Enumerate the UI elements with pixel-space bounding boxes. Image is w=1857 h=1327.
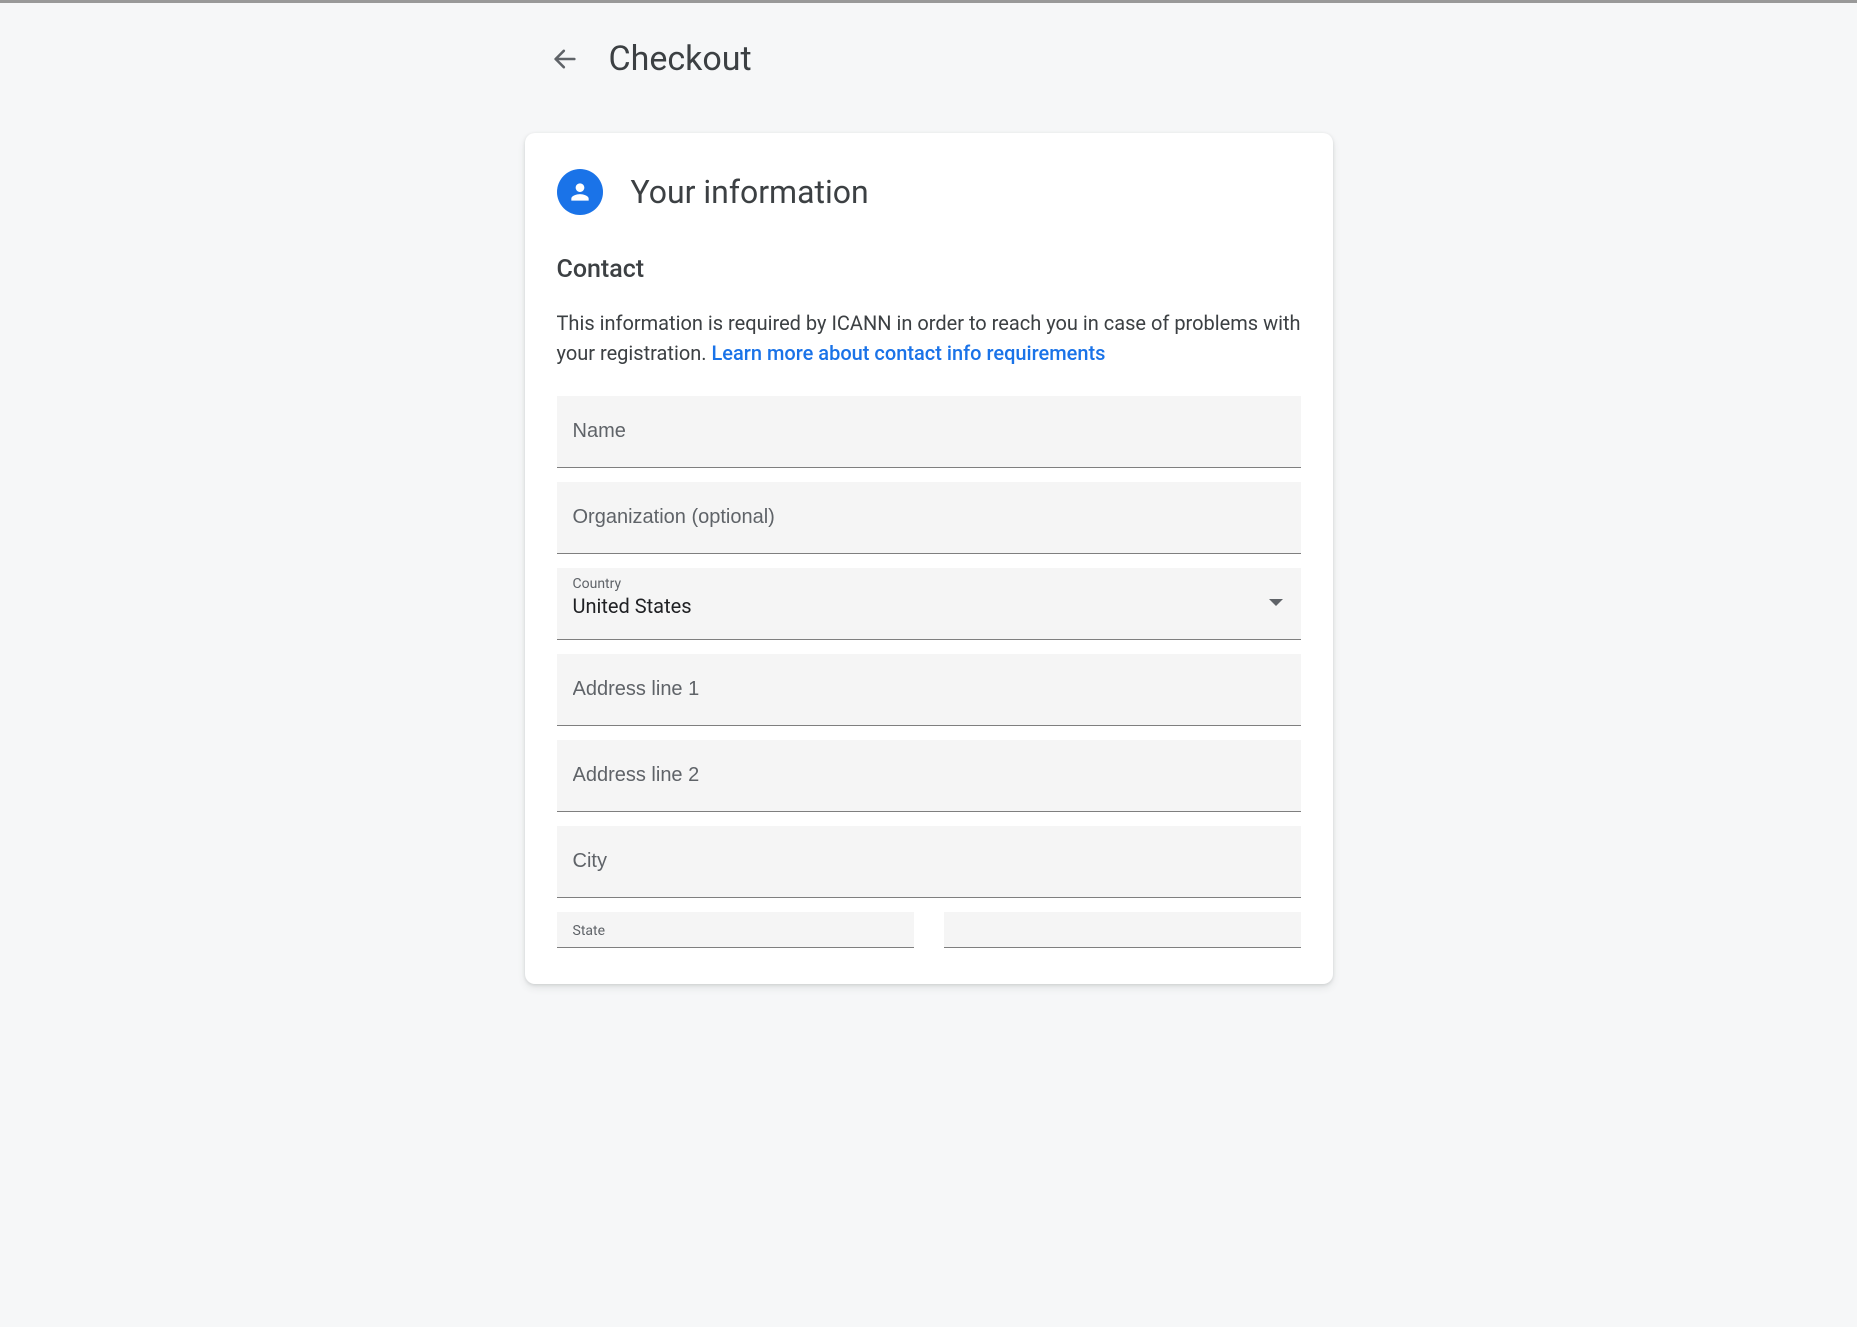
zip-field[interactable] [944, 912, 1301, 948]
address-line-1-input[interactable] [573, 678, 1285, 701]
arrow-left-icon [551, 45, 579, 73]
city-input[interactable] [573, 850, 1285, 873]
info-text: This information is required by ICANN in… [557, 308, 1301, 368]
state-zip-row: State [557, 912, 1301, 948]
contact-subsection-title: Contact [557, 255, 1301, 284]
address-line-2-input[interactable] [573, 764, 1285, 787]
state-select[interactable]: State [557, 912, 914, 948]
checkout-card: Your information Contact This informatio… [525, 133, 1333, 984]
organization-input[interactable] [573, 506, 1285, 529]
page-title: Checkout [609, 39, 752, 79]
name-input[interactable] [573, 420, 1285, 443]
name-field[interactable] [557, 396, 1301, 468]
country-value: United States [573, 594, 692, 618]
back-button[interactable] [549, 43, 581, 75]
organization-field[interactable] [557, 482, 1301, 554]
address-line-1-field[interactable] [557, 654, 1301, 726]
learn-more-link[interactable]: Learn more about contact info requiremen… [712, 341, 1106, 365]
person-icon [557, 169, 603, 215]
dropdown-arrow-icon [1269, 594, 1283, 613]
section-header: Your information [557, 169, 1301, 215]
page-header: Checkout [525, 3, 1333, 133]
state-label: State [573, 923, 606, 939]
address-line-2-field[interactable] [557, 740, 1301, 812]
city-field[interactable] [557, 826, 1301, 898]
section-title: Your information [631, 173, 869, 211]
country-label: Country [573, 576, 1285, 592]
country-select[interactable]: Country United States [557, 568, 1301, 640]
